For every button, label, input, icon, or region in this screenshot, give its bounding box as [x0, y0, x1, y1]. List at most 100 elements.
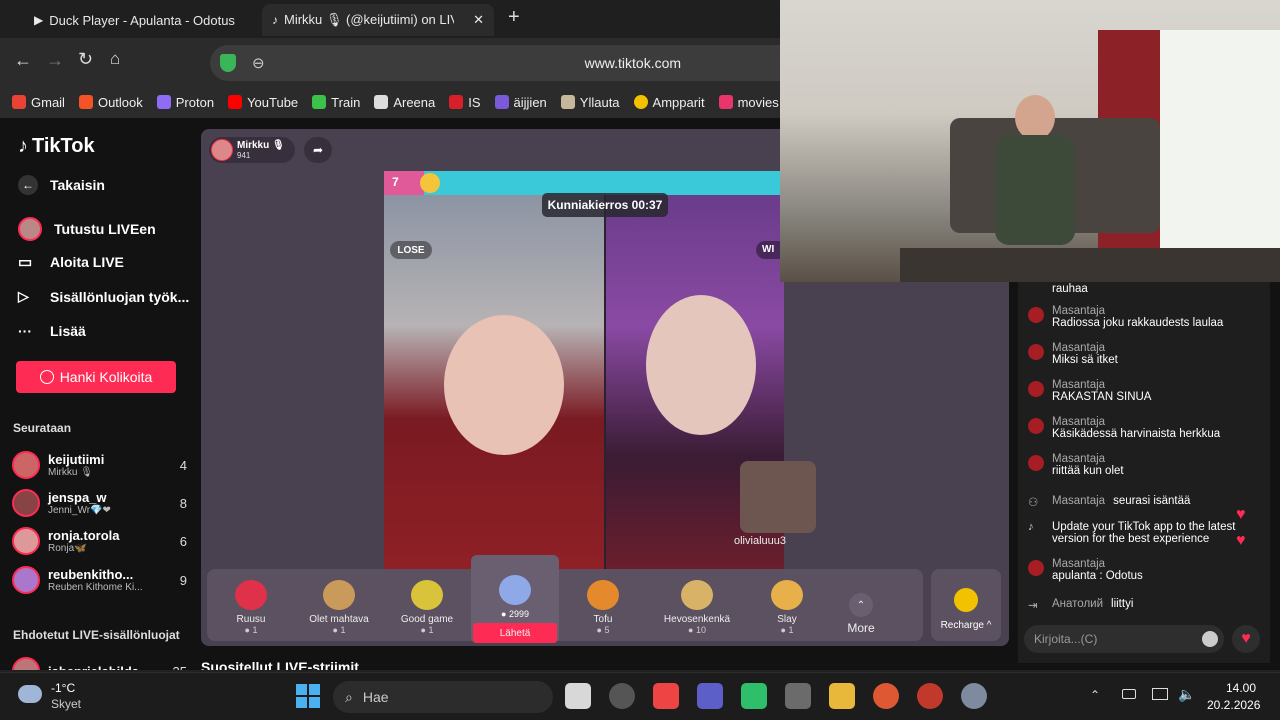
tab-tiktok[interactable]: ♪ Mirkku 🎙 (@keijutiimi) on LIV ✕ — [262, 4, 494, 36]
file-explorer-icon[interactable] — [829, 683, 855, 709]
is-icon — [449, 95, 464, 109]
person-shape — [995, 135, 1075, 245]
proton-icon — [156, 95, 171, 109]
bookmark-train[interactable]: Train — [312, 95, 360, 110]
chevron-up-icon[interactable]: ⌃ — [1090, 688, 1100, 702]
tab-duck-player[interactable]: ▶ Duck Player - Apulanta - Odotus — [24, 4, 256, 36]
gift-horseshoe[interactable]: Hevosenkenkä ● 10 — [647, 569, 747, 641]
areena-icon — [374, 95, 389, 109]
chat-message: Masantaja RAKASTAN SINUA — [1028, 379, 1263, 403]
recommended-heading: Suositellut LIVE-striimit — [201, 659, 359, 670]
guest-video[interactable] — [740, 461, 816, 533]
following-item[interactable]: reubenkitho... Reuben Kithome Ki... 9 — [12, 562, 187, 598]
emoji-icon[interactable] — [1202, 631, 1218, 647]
emoji-icon — [420, 173, 440, 193]
following-item[interactable]: keijutiimi Mirkku 🎙 4 — [12, 447, 187, 483]
bookmark-areena[interactable]: Areena — [374, 95, 435, 110]
gift-unicorn[interactable]: ● 2999 Lähetä — [471, 555, 559, 643]
nav-more[interactable]: ··· Lisää — [18, 323, 86, 339]
yllauta-icon — [560, 95, 575, 109]
chat-input[interactable]: Kirjoita...(C) — [1024, 625, 1224, 653]
following-item[interactable]: jenspa_w Jenni_Wr💎❤ 8 — [12, 485, 187, 521]
settings-icon[interactable] — [961, 683, 987, 709]
taskbar-search[interactable]: ⌕ Hae — [333, 681, 553, 713]
nav-creator-tools[interactable]: ▷ Sisällönluojan työk... — [18, 288, 189, 305]
home-icon[interactable]: ⌂ — [110, 49, 120, 69]
volume-icon[interactable]: 🔈 — [1178, 686, 1195, 703]
weather-temp[interactable]: -1°C — [51, 681, 75, 695]
bookmark-outlook[interactable]: Outlook — [78, 95, 143, 110]
bookmark-proton[interactable]: Proton — [156, 95, 214, 110]
tiktok-logo[interactable]: ♪ TikTok — [18, 135, 95, 158]
following-item[interactable]: ronja.torola Ronja🦋 6 — [12, 523, 187, 559]
like-heart-button[interactable]: ♥ — [1232, 625, 1260, 653]
person-icon: ⚇ — [1028, 497, 1039, 509]
share-icon[interactable]: ➦ — [304, 137, 332, 163]
gift-slay[interactable]: Slay ● 1 — [747, 569, 827, 641]
clock-date[interactable]: 20.2.2026 — [1207, 698, 1260, 712]
cloud-icon — [18, 685, 42, 703]
chat-message: Masantaja apulanta : Odotus — [1028, 558, 1263, 582]
recharge-button[interactable]: Recharge ^ — [931, 569, 1001, 641]
chat-message: Masantaja riittää kun olet — [1028, 453, 1263, 477]
sidebar: ♪ TikTok ← Takaisin Tutustu LIVEen ▭ Aloi… — [0, 118, 195, 670]
gift-rose[interactable]: Ruusu ● 1 — [207, 569, 295, 641]
app-icon[interactable] — [697, 683, 723, 709]
nav-start-live[interactable]: ▭ Aloita LIVE — [18, 253, 124, 271]
host-avatar — [211, 139, 233, 161]
duck-player-icon: ▶ — [34, 13, 44, 27]
host-info[interactable]: Mirkku 🎙 941 — [209, 137, 295, 163]
explore-live-icon — [18, 217, 42, 241]
suggested-item[interactable]: isbeprielahilda 35 — [12, 653, 187, 670]
horseshoe-icon — [681, 580, 713, 610]
back-arrow-icon[interactable]: ← — [14, 50, 32, 71]
bookmark-youtube[interactable]: YouTube — [228, 95, 298, 110]
close-tab-icon[interactable]: ✕ — [473, 12, 484, 28]
bookmark-ampparit[interactable]: Ampparit — [633, 95, 705, 110]
gift-tofu[interactable]: Tofu ● 5 — [559, 569, 647, 641]
gift-good-game[interactable]: Good game ● 1 — [383, 569, 471, 641]
bookmark-yllauta[interactable]: Yllauta — [560, 95, 620, 110]
chat-message: rauhaa — [1052, 283, 1088, 295]
app-icon[interactable] — [917, 683, 943, 709]
bookmark-is[interactable]: IS — [449, 95, 481, 110]
lose-badge: LOSE — [390, 241, 432, 259]
tiktok-icon: ♪ — [272, 13, 278, 27]
reload-icon[interactable]: ↻ — [78, 49, 93, 70]
back-link[interactable]: ← Takaisin — [18, 175, 105, 195]
avatar — [12, 489, 40, 517]
ampparit-icon — [633, 95, 648, 109]
keyboard-icon[interactable] — [1122, 689, 1136, 699]
chat-message: Masantaja Miksi sä itket — [1028, 342, 1263, 366]
network-icon[interactable] — [1152, 688, 1168, 700]
bookmark-gmail[interactable]: Gmail — [12, 95, 65, 110]
tiktok-note-icon: ♪ — [18, 135, 28, 157]
send-gift-button[interactable]: Lähetä — [473, 623, 557, 643]
more-dots-icon: ··· — [18, 323, 32, 339]
app-icon[interactable] — [741, 683, 767, 709]
app-icon[interactable] — [609, 683, 635, 709]
search-icon: ⌕ — [345, 688, 353, 705]
get-coins-button[interactable]: Hanki Kolikoita — [16, 361, 176, 393]
task-view-icon[interactable] — [565, 683, 591, 709]
nav-explore-live[interactable]: Tutustu LIVEen — [18, 217, 156, 241]
app-icon[interactable] — [653, 683, 679, 709]
windows-start-icon[interactable] — [296, 684, 320, 708]
calculator-icon[interactable] — [785, 683, 811, 709]
avatar — [1028, 560, 1044, 576]
bookmark-aijjien[interactable]: äijjien — [494, 95, 547, 110]
clock-time[interactable]: 14.00 — [1226, 681, 1256, 695]
gmail-icon — [12, 95, 26, 109]
forward-arrow-icon[interactable]: → — [46, 50, 64, 71]
weather-desc[interactable]: Skyet — [51, 697, 81, 711]
bookmark-movies[interactable]: movies — [718, 95, 779, 110]
duckduckgo-icon[interactable] — [873, 683, 899, 709]
avatar — [12, 657, 40, 670]
more-gifts-button[interactable]: ⌃ More — [827, 569, 895, 641]
avatar — [1028, 418, 1044, 434]
window-shape — [1160, 30, 1280, 280]
gift-olet-mahtava[interactable]: Olet mahtava ● 1 — [295, 569, 383, 641]
new-tab-icon[interactable]: + — [508, 6, 520, 29]
zoom-icon[interactable]: ⊖ — [252, 54, 265, 72]
url-text: www.tiktok.com — [584, 55, 682, 71]
